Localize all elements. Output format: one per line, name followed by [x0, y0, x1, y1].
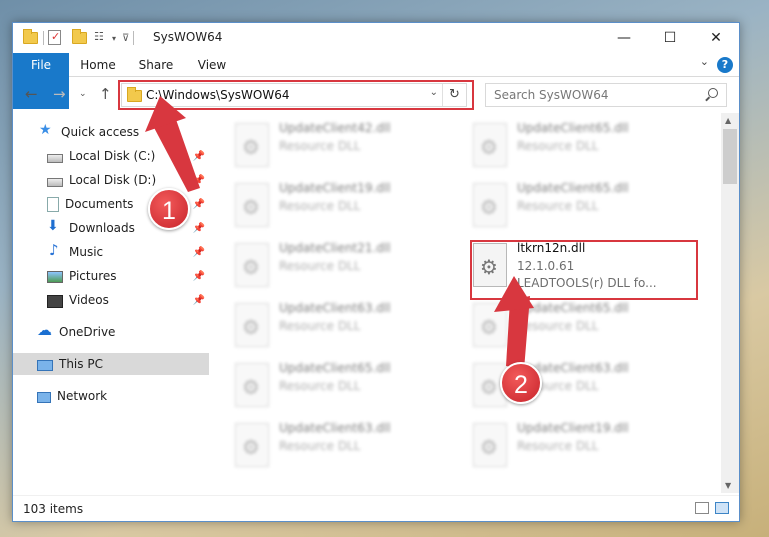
- annotation-arrows: [145, 96, 534, 370]
- callout-badge-1: 1: [148, 188, 190, 230]
- arrow-2-head: [494, 276, 534, 312]
- callout-badge-2: 2: [500, 362, 542, 404]
